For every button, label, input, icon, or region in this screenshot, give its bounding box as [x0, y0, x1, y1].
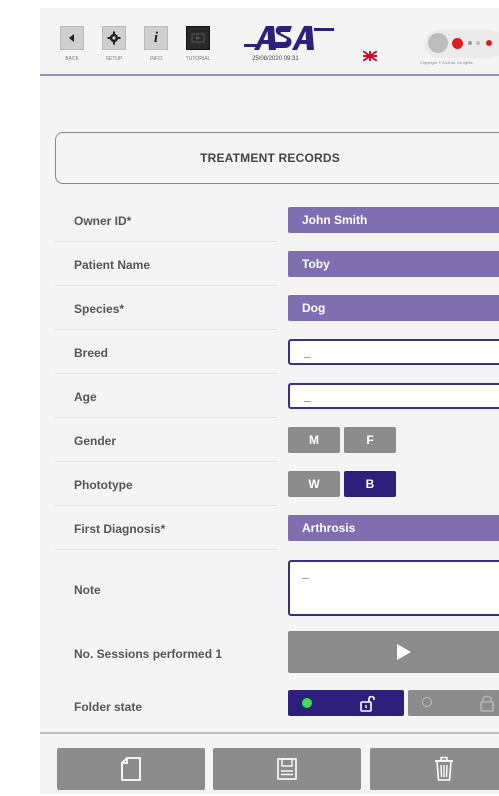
status-dot — [476, 41, 480, 45]
gear-icon — [107, 31, 121, 45]
bottom-divider — [40, 732, 499, 734]
copyright-text: Copyright © ASA srl. All rights — [420, 60, 473, 65]
owner-id-field[interactable]: John Smith — [288, 207, 499, 233]
row-divider — [55, 505, 277, 506]
start-session-button[interactable] — [288, 631, 499, 673]
patient-name-label: Patient Name — [74, 258, 151, 272]
status-knob — [428, 33, 448, 53]
topbar-divider — [40, 74, 499, 76]
row-divider — [55, 549, 277, 550]
save-icon — [277, 758, 297, 780]
status-gray-dot — [422, 697, 432, 707]
age-label: Age — [74, 390, 97, 404]
app-screen: BACK SETUP i INFO TUTORIAL 25/08/2020 09… — [40, 8, 499, 794]
species-label: Species* — [74, 302, 125, 316]
folder-open-button[interactable] — [288, 690, 404, 716]
row-divider — [55, 373, 277, 374]
info-label: INFO — [150, 56, 162, 62]
delete-button[interactable] — [370, 748, 499, 790]
phototype-option-w[interactable]: W — [288, 471, 340, 497]
gender-label: Gender — [74, 434, 117, 448]
info-icon: i — [153, 29, 159, 46]
datetime-display: 25/08/2020 09:31 — [252, 56, 299, 62]
status-dot — [468, 41, 472, 45]
tutorial-icon — [191, 33, 205, 43]
page-title: TREATMENT RECORDS — [55, 132, 499, 184]
back-arrow-icon — [69, 34, 74, 42]
row-divider — [55, 461, 277, 462]
row-divider — [55, 285, 277, 286]
first-diagnosis-label: First Diagnosis* — [74, 522, 166, 536]
phototype-label: Phototype — [74, 478, 133, 492]
status-green-dot — [302, 698, 312, 708]
asa-logo — [244, 26, 334, 50]
gender-option-f[interactable]: F — [344, 427, 396, 453]
patient-name-field[interactable]: Toby — [288, 251, 499, 277]
note-textarea[interactable]: _ — [288, 560, 499, 616]
back-label: BACK — [65, 56, 79, 62]
row-divider — [55, 329, 277, 330]
breed-input[interactable]: _ — [288, 339, 499, 365]
language-flag-icon[interactable] — [363, 51, 377, 61]
tutorial-label: TUTORIAL — [185, 56, 211, 62]
setup-label: SETUP — [105, 56, 123, 62]
top-bar: BACK SETUP i INFO TUTORIAL 25/08/2020 09… — [40, 8, 499, 74]
sessions-performed-label: No. Sessions performed 1 — [74, 647, 223, 661]
gender-option-m[interactable]: M — [288, 427, 340, 453]
row-divider — [55, 417, 277, 418]
new-document-icon — [121, 757, 141, 781]
row-divider — [55, 241, 277, 242]
back-button[interactable] — [60, 26, 84, 50]
breed-label: Breed — [74, 346, 109, 360]
first-diagnosis-field[interactable]: Arthrosis — [288, 515, 499, 541]
status-dot — [486, 40, 492, 46]
save-button[interactable] — [213, 748, 361, 790]
age-input[interactable]: _ — [288, 383, 499, 409]
status-red-dot — [452, 38, 463, 49]
folder-state-label: Folder state — [74, 700, 143, 714]
setup-button[interactable] — [102, 26, 126, 50]
folder-closed-button[interactable] — [408, 690, 499, 716]
unlocked-padlock-icon — [360, 695, 375, 712]
new-record-button[interactable] — [57, 748, 205, 790]
note-label: Note — [74, 583, 101, 597]
play-icon — [397, 644, 411, 660]
phototype-option-b[interactable]: B — [344, 471, 396, 497]
locked-padlock-icon — [480, 695, 494, 712]
owner-id-label: Owner ID* — [74, 214, 132, 228]
trash-icon — [435, 756, 453, 781]
info-button[interactable]: i — [144, 26, 168, 50]
tutorial-button[interactable] — [186, 26, 210, 50]
species-field[interactable]: Dog — [288, 295, 499, 321]
